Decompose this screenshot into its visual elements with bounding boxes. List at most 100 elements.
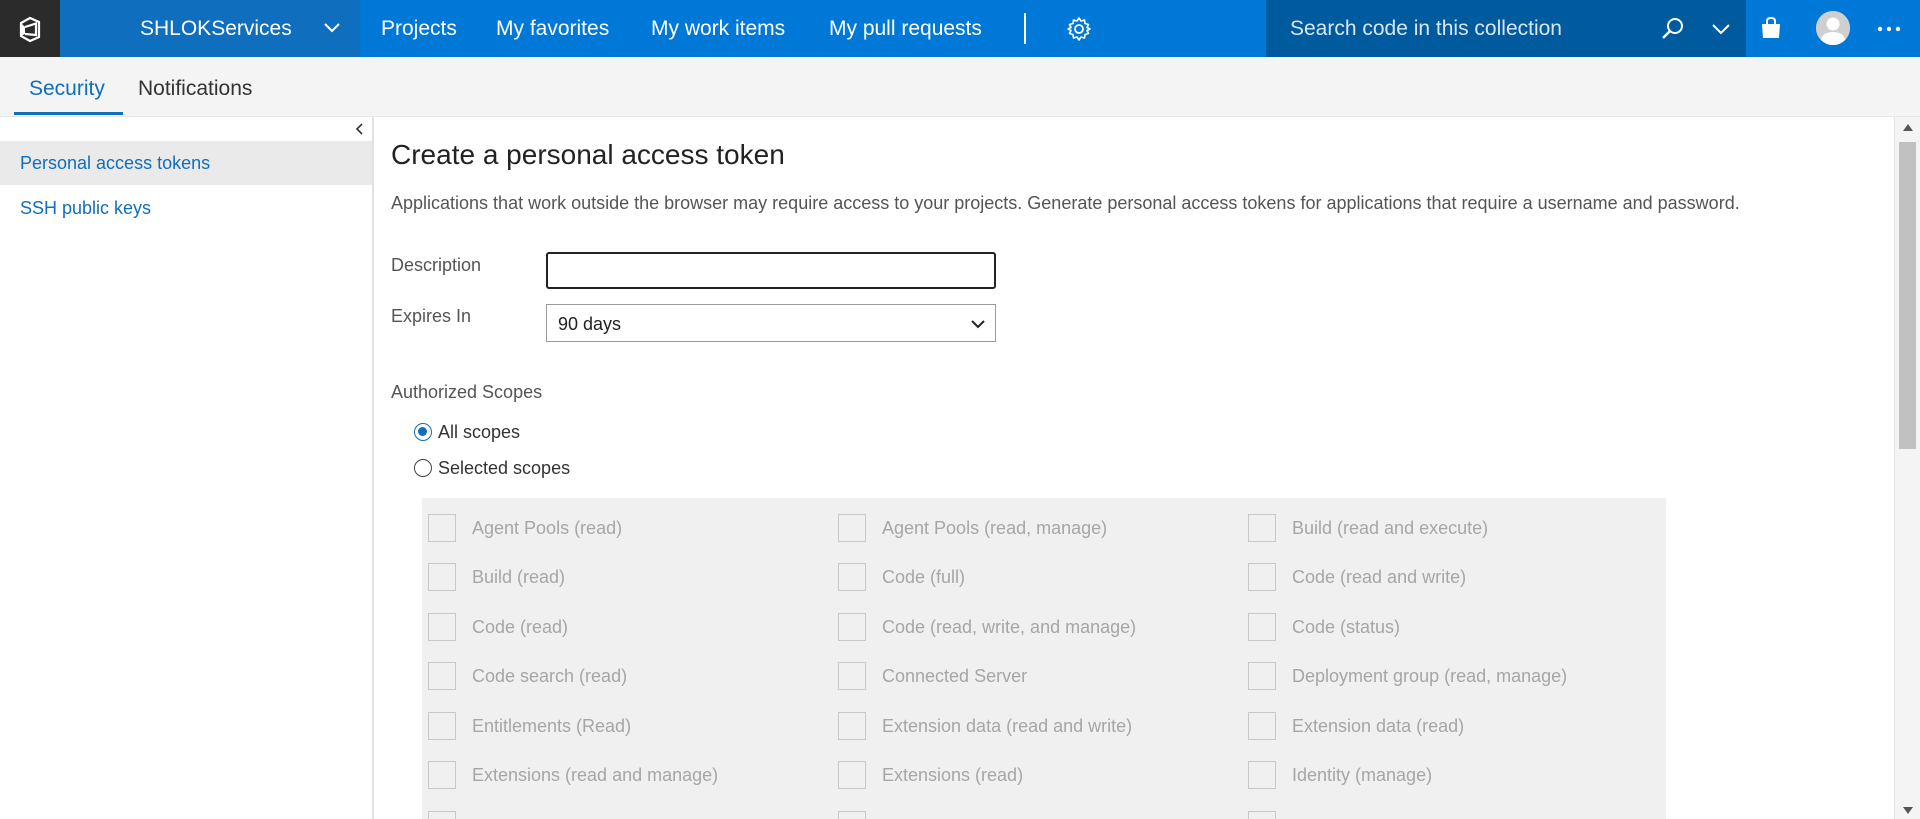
top-navigation-bar: SHLOKServices Projects My favorites My w… <box>0 0 1920 57</box>
radio-all-scopes[interactable]: All scopes <box>414 420 520 444</box>
page-title: Create a personal access token <box>391 139 785 170</box>
scope-partial-row[interactable] <box>1248 811 1292 819</box>
checkbox[interactable] <box>1248 563 1276 591</box>
scope-label: Code (status) <box>1292 616 1401 637</box>
checkbox[interactable] <box>1248 613 1276 641</box>
checkbox[interactable] <box>838 761 866 789</box>
vertical-scrollbar[interactable] <box>1894 117 1920 819</box>
scope-label: Code (read and write) <box>1292 566 1467 587</box>
checkbox[interactable] <box>428 613 456 641</box>
nav-my-favorites[interactable]: My favorites <box>496 17 609 41</box>
scope-agent-pools-read[interactable]: Agent Pools (read) <box>428 514 622 542</box>
chevron-down-icon[interactable] <box>1710 18 1732 40</box>
scope-code-status[interactable]: Code (status) <box>1248 613 1400 641</box>
more-icon[interactable] <box>1874 14 1904 44</box>
checkbox[interactable] <box>1248 662 1276 690</box>
description-field[interactable] <box>546 252 996 289</box>
nav-projects[interactable]: Projects <box>381 17 457 41</box>
scope-extension-data-read[interactable]: Extension data (read) <box>1248 712 1464 740</box>
checkbox[interactable] <box>1248 761 1276 789</box>
checkbox[interactable] <box>1248 811 1276 819</box>
scope-code-read[interactable]: Code (read) <box>428 613 568 641</box>
checkbox[interactable] <box>428 761 456 789</box>
radio-button-checked[interactable] <box>414 423 432 441</box>
scope-partial-row[interactable] <box>428 811 472 819</box>
checkbox[interactable] <box>428 811 456 819</box>
search-placeholder: Search code in this collection <box>1290 17 1562 40</box>
scroll-down-arrow-icon[interactable] <box>1903 807 1913 815</box>
account-switcher[interactable]: SHLOKServices <box>60 0 360 57</box>
nav-my-work-items[interactable]: My work items <box>651 17 785 41</box>
scope-deployment-group[interactable]: Deployment group (read, manage) <box>1248 662 1567 690</box>
radio-selected-scopes[interactable]: Selected scopes <box>414 456 570 480</box>
scope-label: Build (read) <box>472 566 566 587</box>
scope-label: Identity (manage) <box>1292 764 1433 785</box>
description-label: Description <box>391 255 482 275</box>
scope-build-read[interactable]: Build (read) <box>428 563 565 591</box>
expires-in-select[interactable]: 90 days <box>546 304 996 342</box>
gear-icon[interactable] <box>1066 16 1092 42</box>
scope-code-read-write[interactable]: Code (read and write) <box>1248 563 1466 591</box>
scope-label: Deployment group (read, manage) <box>1292 665 1568 686</box>
user-avatar-icon[interactable] <box>1816 11 1850 45</box>
chevron-left-icon[interactable] <box>352 121 368 137</box>
scope-extensions-read-manage[interactable]: Extensions (read and manage) <box>428 761 718 789</box>
nav-divider <box>1024 13 1026 44</box>
checkbox[interactable] <box>838 514 866 542</box>
left-sidebar: Personal access tokens SSH public keys <box>0 117 374 819</box>
scope-code-full[interactable]: Code (full) <box>838 563 965 591</box>
scope-label: Agent Pools (read, manage) <box>882 517 1108 538</box>
checkbox[interactable] <box>838 811 866 819</box>
search-icon[interactable] <box>1660 16 1686 42</box>
scope-agent-pools-read-manage[interactable]: Agent Pools (read, manage) <box>838 514 1107 542</box>
page-description: Applications that work outside the brows… <box>391 193 1740 213</box>
checkbox[interactable] <box>838 662 866 690</box>
radio-all-scopes-label: All scopes <box>438 421 521 442</box>
tab-notifications[interactable]: Notifications <box>138 77 252 101</box>
scope-label: Extensions (read and manage) <box>472 764 719 785</box>
scope-code-search-read[interactable]: Code search (read) <box>428 662 627 690</box>
scope-entitlements-read[interactable]: Entitlements (Read) <box>428 712 631 740</box>
account-name: SHLOKServices <box>140 17 292 40</box>
chevron-down-icon <box>324 23 340 33</box>
search-box[interactable]: Search code in this collection <box>1266 0 1746 57</box>
nav-my-pull-requests[interactable]: My pull requests <box>829 17 982 41</box>
scope-partial-row[interactable] <box>838 811 882 819</box>
scope-label: Code (read) <box>472 616 569 637</box>
checkbox[interactable] <box>1248 712 1276 740</box>
sidebar-item-ssh-public-keys[interactable]: SSH public keys <box>0 186 372 230</box>
checkbox[interactable] <box>838 712 866 740</box>
scope-label: Build (read and execute) <box>1292 517 1489 538</box>
shopping-bag-icon[interactable] <box>1758 15 1784 41</box>
sidebar-item-personal-access-tokens[interactable]: Personal access tokens <box>0 141 372 185</box>
scope-extensions-read[interactable]: Extensions (read) <box>838 761 1023 789</box>
checkbox[interactable] <box>428 662 456 690</box>
scope-label: Code (full) <box>882 566 966 587</box>
scrollbar-thumb[interactable] <box>1899 142 1916 449</box>
checkbox[interactable] <box>1248 514 1276 542</box>
checkbox[interactable] <box>428 514 456 542</box>
radio-selected-scopes-label: Selected scopes <box>438 457 571 478</box>
scroll-up-arrow-icon[interactable] <box>1903 123 1913 131</box>
scope-build-read-execute[interactable]: Build (read and execute) <box>1248 514 1488 542</box>
tab-security[interactable]: Security <box>29 77 105 101</box>
radio-button-unchecked[interactable] <box>414 459 432 477</box>
scope-label: Extension data (read and write) <box>882 715 1133 736</box>
scope-label: Code (read, write, and manage) <box>882 616 1137 637</box>
scope-connected-server[interactable]: Connected Server <box>838 662 1027 690</box>
checkbox[interactable] <box>428 712 456 740</box>
scope-code-read-write-manage[interactable]: Code (read, write, and manage) <box>838 613 1136 641</box>
scope-label: Connected Server <box>882 665 1028 686</box>
scope-label: Extension data (read) <box>1292 715 1465 736</box>
scope-label: Entitlements (Read) <box>472 715 632 736</box>
checkbox[interactable] <box>838 563 866 591</box>
expires-in-value: 90 days <box>558 314 622 334</box>
scope-extension-data-read-write[interactable]: Extension data (read and write) <box>838 712 1132 740</box>
checkbox[interactable] <box>428 563 456 591</box>
expires-in-label: Expires In <box>391 306 472 326</box>
active-tab-indicator <box>14 112 123 115</box>
checkbox[interactable] <box>838 613 866 641</box>
scope-identity-manage[interactable]: Identity (manage) <box>1248 761 1432 789</box>
vsts-logo-icon[interactable] <box>0 0 60 57</box>
scope-label: Agent Pools (read) <box>472 517 623 538</box>
